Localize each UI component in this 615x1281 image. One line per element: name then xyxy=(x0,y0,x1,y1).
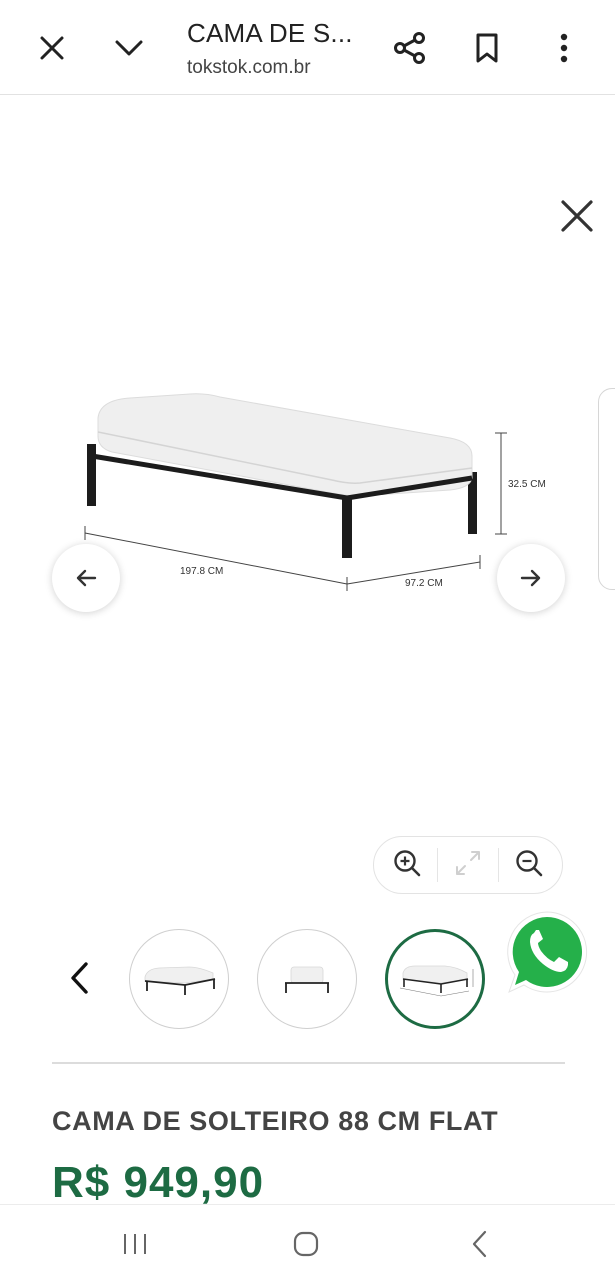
bed-dimension-image: 32.5 CM 197.8 CM 97.2 CM xyxy=(84,393,546,591)
thumbnail-1[interactable] xyxy=(129,929,229,1029)
thumbnail-2[interactable] xyxy=(257,929,357,1029)
more-vert-icon[interactable] xyxy=(540,24,588,72)
page-url[interactable]: tokstok.com.br xyxy=(187,57,311,79)
length-dimension-label: 197.8 CM xyxy=(180,566,223,577)
arrow-left-icon xyxy=(76,569,97,587)
expand-icon[interactable] xyxy=(453,848,483,883)
browser-top-bar: CAMA DE S... tokstok.com.br xyxy=(0,0,615,95)
thumbnail-bed-image xyxy=(144,966,216,995)
thumbnail-3[interactable] xyxy=(385,929,485,1029)
close-viewer-icon[interactable] xyxy=(553,192,601,240)
system-navigation-bar xyxy=(0,1204,615,1281)
previous-image-button[interactable] xyxy=(52,544,120,612)
whatsapp-icon xyxy=(507,911,588,993)
home-icon xyxy=(293,1231,319,1257)
product-name: CAMA DE SOLTEIRO 88 CM FLAT xyxy=(52,1106,499,1136)
zoom-in-icon[interactable] xyxy=(392,848,422,883)
width-dimension-label: 97.2 CM xyxy=(405,578,443,589)
share-icon[interactable] xyxy=(386,24,434,72)
bookmark-icon[interactable] xyxy=(463,24,511,72)
close-icon[interactable] xyxy=(28,24,76,72)
next-image-button[interactable] xyxy=(497,544,565,612)
recent-apps-button[interactable] xyxy=(118,1229,152,1259)
side-panel-handle[interactable] xyxy=(598,388,615,590)
zoom-divider xyxy=(498,848,500,882)
recent-apps-icon xyxy=(124,1234,146,1254)
height-dimension-label: 32.5 CM xyxy=(508,479,546,490)
thumbnail-bed-dimensions-image xyxy=(399,965,474,997)
product-price: R$ 949,90 xyxy=(52,1158,265,1207)
thumbnail-bed-front-image xyxy=(285,966,329,993)
arrow-right-icon xyxy=(520,569,541,587)
zoom-divider xyxy=(436,848,438,882)
page-title: CAMA DE S... xyxy=(187,18,353,48)
zoom-controls xyxy=(373,836,563,894)
section-divider xyxy=(52,1062,565,1064)
chevron-down-icon[interactable] xyxy=(105,24,153,72)
back-icon xyxy=(472,1230,487,1258)
zoom-out-icon[interactable] xyxy=(514,848,544,883)
chevron-left-icon xyxy=(71,962,88,994)
whatsapp-button[interactable] xyxy=(503,908,591,996)
back-button[interactable] xyxy=(464,1227,494,1261)
thumbnails-prev-button[interactable] xyxy=(62,958,96,998)
home-button[interactable] xyxy=(289,1227,323,1261)
